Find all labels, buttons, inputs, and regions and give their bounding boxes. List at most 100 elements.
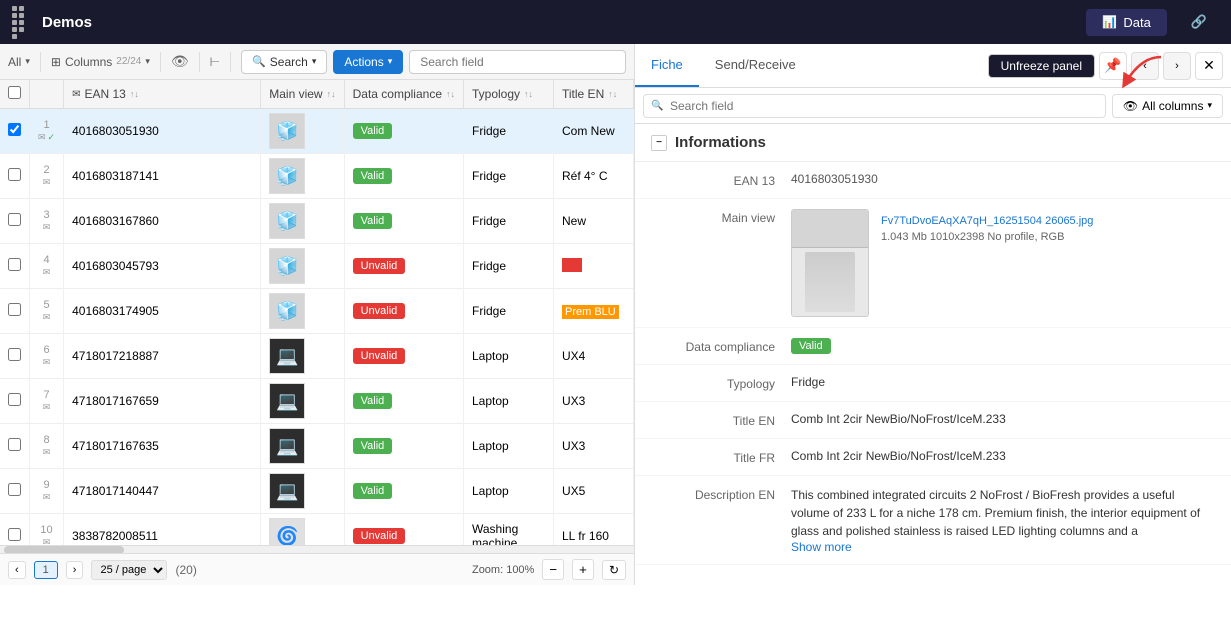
row-checkbox[interactable] [8, 258, 21, 271]
resize-icon-btn[interactable]: ⊢ [210, 55, 220, 69]
row-thumbnail: 🧊 [269, 158, 305, 194]
table-row[interactable]: 9 ✉ 4718017140447 💻 Valid Laptop UX5 [0, 469, 634, 514]
row-checkbox[interactable] [8, 348, 21, 361]
col-title-en[interactable]: Title EN ↑↓ [554, 80, 634, 109]
thumb-icon: 💻 [276, 391, 298, 412]
table-row[interactable]: 10 ✉ 3838782008511 🌀 Unvalid Washing mac… [0, 514, 634, 546]
data-table: ✉ EAN 13 ↑↓ Main view ↑↓ [0, 80, 634, 545]
next-page-button[interactable]: › [66, 561, 84, 579]
section-collapse-button[interactable]: − [651, 135, 667, 151]
row-checkbox-cell[interactable] [0, 199, 30, 244]
row-email-icon: ✉ [43, 492, 51, 503]
row-checkbox[interactable] [8, 438, 21, 451]
row-checkbox[interactable] [8, 213, 21, 226]
prev-page-button[interactable]: ‹ [8, 561, 26, 579]
description-text: This combined integrated circuits 2 NoFr… [791, 486, 1215, 540]
title-value: Com New [562, 124, 615, 138]
right-search-input[interactable] [643, 94, 1106, 118]
main-sort-icon[interactable]: ↑↓ [327, 89, 336, 99]
row-checkbox-cell[interactable] [0, 154, 30, 199]
compliance-badge: Unvalid [353, 348, 406, 364]
title-value: Réf 4° C [562, 169, 607, 183]
row-checkbox-cell[interactable] [0, 379, 30, 424]
zoom-out-button[interactable]: − [542, 559, 564, 580]
row-checkbox-cell[interactable] [0, 244, 30, 289]
all-columns-chevron-icon: ▾ [1207, 100, 1212, 111]
table-row[interactable]: 3 ✉ 4016803167860 🧊 Valid Fridge New [0, 199, 634, 244]
row-thumb-cell: 🧊 [261, 199, 344, 244]
row-checkbox[interactable] [8, 528, 21, 541]
row-checkbox[interactable] [8, 168, 21, 181]
table-row[interactable]: 8 ✉ 4718017167635 💻 Valid Laptop UX3 [0, 424, 634, 469]
row-checkbox[interactable] [8, 393, 21, 406]
close-panel-button[interactable]: ✕ [1195, 52, 1223, 80]
product-image [791, 209, 869, 317]
zoom-in-button[interactable]: + [572, 559, 594, 580]
compliance-badge: Unvalid [353, 258, 406, 274]
row-checkbox[interactable] [8, 303, 21, 316]
row-checkbox-cell[interactable] [0, 289, 30, 334]
total-count: (20) [175, 563, 196, 577]
columns-select[interactable]: ⊞ Columns 22/24 ▾ [51, 55, 150, 69]
title-value: UX3 [562, 394, 585, 408]
row-checkbox-cell[interactable] [0, 424, 30, 469]
row-checkbox-cell[interactable] [0, 469, 30, 514]
table-row[interactable]: 4 ✉ 4016803045793 🧊 Unvalid Fridge [0, 244, 634, 289]
col-main-view[interactable]: Main view ↑↓ [261, 80, 344, 109]
row-checkbox-cell[interactable] [0, 514, 30, 546]
eye-icon-btn[interactable]: 👁 [171, 53, 189, 70]
row-typology-cell: Fridge [464, 109, 554, 154]
row-checkbox-cell[interactable] [0, 109, 30, 154]
row-checkbox-cell[interactable] [0, 334, 30, 379]
all-columns-button[interactable]: 👁 All columns ▾ [1112, 94, 1223, 118]
table-row[interactable]: 7 ✉ 4718017167659 💻 Valid Laptop UX3 [0, 379, 634, 424]
typo-sort-icon[interactable]: ↑↓ [524, 89, 533, 99]
nav-next-button[interactable]: › [1163, 52, 1191, 80]
table-row[interactable]: 2 ✉ 4016803187141 🧊 Valid Fridge Réf [0, 154, 634, 199]
col-compliance[interactable]: Data compliance ↑↓ [344, 80, 463, 109]
title-sort-icon[interactable]: ↑↓ [608, 89, 617, 99]
horizontal-scrollbar[interactable] [0, 545, 634, 553]
unfreeze-panel-button[interactable]: Unfreeze panel [988, 54, 1095, 78]
row-num-cell: 10 ✉ [30, 514, 64, 546]
image-link[interactable]: Fv7TuDvoEAqXA7qH_16251504 26065.jpg [881, 215, 1093, 227]
thumb-icon: 💻 [276, 346, 298, 367]
divider-3 [199, 52, 200, 72]
row-typology-cell: Washing machine [464, 514, 554, 546]
link-icon: 🔗 [1191, 14, 1207, 30]
row-num-cell: 9 ✉ [30, 469, 64, 514]
sort-icon[interactable]: ↑↓ [130, 89, 139, 99]
compliance-sort-icon[interactable]: ↑↓ [446, 89, 455, 99]
app-grid-icon[interactable] [12, 6, 30, 39]
typology-value: Fridge [472, 214, 506, 228]
actions-button[interactable]: Actions ▾ [333, 50, 403, 74]
ean-value: 4016803187141 [72, 169, 159, 183]
col-typology[interactable]: Typology ↑↓ [464, 80, 554, 109]
select-all-checkbox[interactable] [8, 86, 21, 99]
col-checkbox[interactable] [0, 80, 30, 109]
row-checkbox[interactable] [8, 483, 21, 496]
refresh-button[interactable]: ↻ [602, 560, 626, 580]
table-row[interactable]: 5 ✉ 4016803174905 🧊 Unvalid Fridge Pr [0, 289, 634, 334]
search-field-input[interactable] [409, 50, 626, 74]
compliance-badge: Valid [353, 483, 393, 499]
all-select[interactable]: All ▾ [8, 55, 30, 69]
thumb-icon: 🧊 [276, 211, 298, 232]
tab-other[interactable]: 🔗 [1179, 8, 1219, 36]
pin-button[interactable]: 📌 [1099, 52, 1127, 80]
show-more-link[interactable]: Show more [791, 540, 852, 554]
table-row[interactable]: 1 ✉ ✓ 4016803051930 🧊 Valid Fridge Com [0, 109, 634, 154]
tab-send-receive[interactable]: Send/Receive [699, 44, 812, 87]
row-number: 5 [43, 299, 49, 311]
table-row[interactable]: 6 ✉ 4718017218887 💻 Unvalid Laptop UX [0, 334, 634, 379]
tab-fiche[interactable]: Fiche [635, 44, 699, 87]
row-thumbnail: 💻 [269, 383, 305, 419]
tab-data[interactable]: 📊 Data [1086, 9, 1166, 36]
row-checkbox[interactable] [8, 123, 21, 136]
search-button[interactable]: 🔍 Search ▾ [241, 50, 327, 74]
per-page-select[interactable]: 25 / page 50 / page [91, 560, 167, 580]
nav-prev-button[interactable]: ‹ [1131, 52, 1159, 80]
row-number: 3 [43, 209, 49, 221]
col-ean13[interactable]: ✉ EAN 13 ↑↓ [64, 80, 261, 109]
table-toolbar: All ▾ ⊞ Columns 22/24 ▾ 👁 ⊢ 🔍 Search ▾ A… [0, 44, 634, 80]
